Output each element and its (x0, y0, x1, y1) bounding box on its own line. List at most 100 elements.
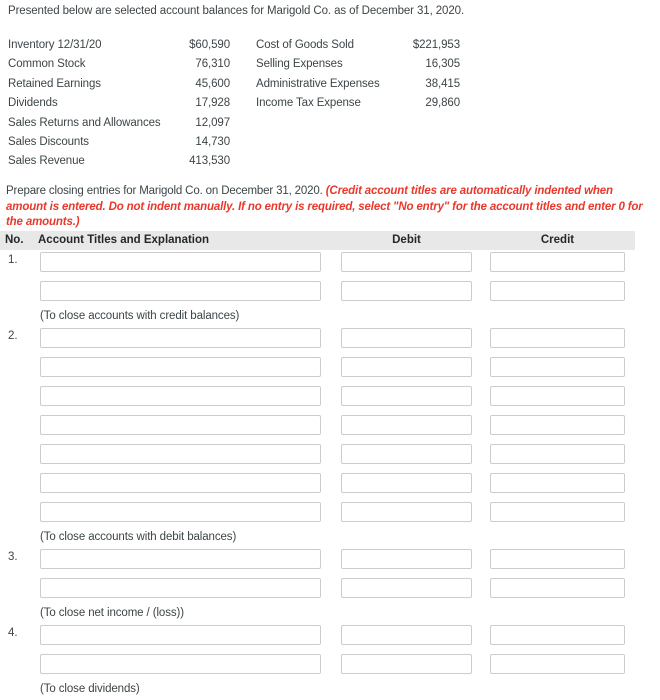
entry-input-row (0, 623, 635, 652)
balance-amount: 76,310 (195, 58, 230, 71)
balance-row: Sales Revenue 413,530 (8, 152, 230, 171)
credit-amount-input[interactable] (490, 549, 625, 569)
credit-amount-input[interactable] (490, 252, 625, 272)
entry-input-row (0, 355, 635, 384)
credit-amount-input[interactable] (490, 625, 625, 645)
account-title-input[interactable] (40, 357, 321, 377)
debit-amount-input[interactable] (341, 252, 472, 272)
credit-amount-input[interactable] (490, 578, 625, 598)
balance-label: Sales Discounts (8, 135, 89, 148)
account-title-input[interactable] (40, 549, 321, 569)
credit-amount-input[interactable] (490, 386, 625, 406)
balance-row: Common Stock 76,310 (8, 55, 230, 74)
entry-input-row (0, 576, 635, 605)
balance-label: Sales Revenue (8, 155, 85, 168)
debit-amount-input[interactable] (341, 625, 472, 645)
entry-input-row (0, 547, 635, 576)
account-title-input[interactable] (40, 578, 321, 598)
debit-amount-input[interactable] (341, 444, 472, 464)
balance-amount: 45,600 (195, 77, 230, 90)
column-header-debit: Debit (392, 234, 421, 246)
balance-amount: 413,530 (189, 155, 230, 168)
debit-amount-input[interactable] (341, 549, 472, 569)
balance-label: Sales Returns and Allowances (8, 116, 161, 129)
credit-amount-input[interactable] (490, 444, 625, 464)
debit-amount-input[interactable] (341, 386, 472, 406)
account-title-input[interactable] (40, 625, 321, 645)
entry-caption: (To close dividends) (40, 683, 140, 695)
balances-right-column: Cost of Goods Sold $221,953 Selling Expens… (256, 36, 460, 114)
journal-entry-table: No. Account Titles and Explanation Debit… (0, 231, 635, 699)
entry-input-row (0, 413, 635, 442)
balance-row: Inventory 12/31/20 $60,590 (8, 36, 230, 55)
balance-amount: 16,305 (425, 58, 460, 71)
debit-amount-input[interactable] (341, 578, 472, 598)
debit-amount-input[interactable] (341, 473, 472, 493)
balance-amount: 14,730 (195, 135, 230, 148)
balance-amount: 38,415 (425, 77, 460, 90)
balance-label: Inventory 12/31/20 (8, 39, 102, 51)
balance-label: Income Tax Expense (256, 97, 361, 110)
credit-amount-input[interactable] (490, 357, 625, 377)
entry-caption: (To close accounts with debit balances) (40, 531, 237, 543)
account-title-input[interactable] (40, 654, 321, 674)
debit-amount-input[interactable] (341, 415, 472, 435)
balance-amount: $60,590 (189, 39, 230, 51)
account-title-input[interactable] (40, 444, 321, 464)
credit-amount-input[interactable] (490, 415, 625, 435)
credit-amount-input[interactable] (490, 281, 625, 301)
balances-left-column: Inventory 12/31/20 $60,590 Common Stock 76,… (8, 36, 230, 172)
debit-amount-input[interactable] (341, 328, 472, 348)
table-header-row: No. Account Titles and Explanation Debit… (0, 231, 635, 250)
account-title-input[interactable] (40, 473, 321, 493)
balance-row: Cost of Goods Sold $221,953 (256, 36, 460, 55)
journal-entry-2: 2. (To close accounts with debit balances… (0, 326, 635, 547)
table-body: 1. (To close accounts with credit balance… (0, 250, 635, 699)
balance-label: Administrative Expenses (256, 77, 380, 90)
column-header-titles: Account Titles and Explanation (38, 234, 210, 246)
balance-row: Income Tax Expense 29,860 (256, 94, 460, 113)
balance-label: Selling Expenses (256, 58, 343, 71)
debit-amount-input[interactable] (341, 281, 472, 301)
balance-amount: $221,953 (412, 39, 460, 51)
balance-row: Dividends 17,928 (8, 94, 230, 113)
entry-input-row (0, 652, 635, 681)
balance-row: Administrative Expenses 38,415 (256, 75, 460, 94)
debit-amount-input[interactable] (341, 502, 472, 522)
credit-amount-input[interactable] (490, 473, 625, 493)
account-title-input[interactable] (40, 252, 321, 272)
account-title-input[interactable] (40, 281, 321, 301)
debit-amount-input[interactable] (341, 357, 472, 377)
balance-label: Retained Earnings (8, 77, 101, 90)
journal-entry-4: 4. (To close dividends) (0, 623, 635, 699)
entry-caption: (To close accounts with credit balances) (40, 310, 240, 322)
balance-label: Common Stock (8, 58, 86, 71)
account-title-input[interactable] (40, 415, 321, 435)
entry-input-row (0, 471, 635, 500)
account-title-input[interactable] (40, 502, 321, 522)
credit-amount-input[interactable] (490, 502, 625, 522)
balance-row: Sales Returns and Allowances 12,097 (8, 114, 230, 133)
instructions-lead: Prepare closing entries for Marigold Co.… (6, 185, 326, 197)
credit-amount-input[interactable] (490, 328, 625, 348)
column-header-no: No. (5, 234, 24, 246)
entry-input-row (0, 326, 635, 355)
entry-input-row (0, 500, 635, 529)
journal-entry-1: 1. (To close accounts with credit balance… (0, 250, 635, 326)
balance-row: Sales Discounts 14,730 (8, 133, 230, 152)
entry-input-row (0, 384, 635, 413)
balance-row: Selling Expenses 16,305 (256, 55, 460, 74)
debit-amount-input[interactable] (341, 654, 472, 674)
account-title-input[interactable] (40, 328, 321, 348)
entry-input-row (0, 279, 635, 308)
balance-amount: 17,928 (195, 97, 230, 110)
intro-text: Presented below are selected account bal… (8, 5, 465, 17)
balance-amount: 29,860 (425, 97, 460, 110)
balance-amount: 12,097 (195, 116, 230, 129)
credit-amount-input[interactable] (490, 654, 625, 674)
column-header-credit: Credit (540, 234, 575, 246)
entry-input-row (0, 250, 635, 279)
balance-label: Cost of Goods Sold (256, 39, 354, 51)
account-title-input[interactable] (40, 386, 321, 406)
journal-entry-3: 3. (To close net income / (loss)) (0, 547, 635, 623)
